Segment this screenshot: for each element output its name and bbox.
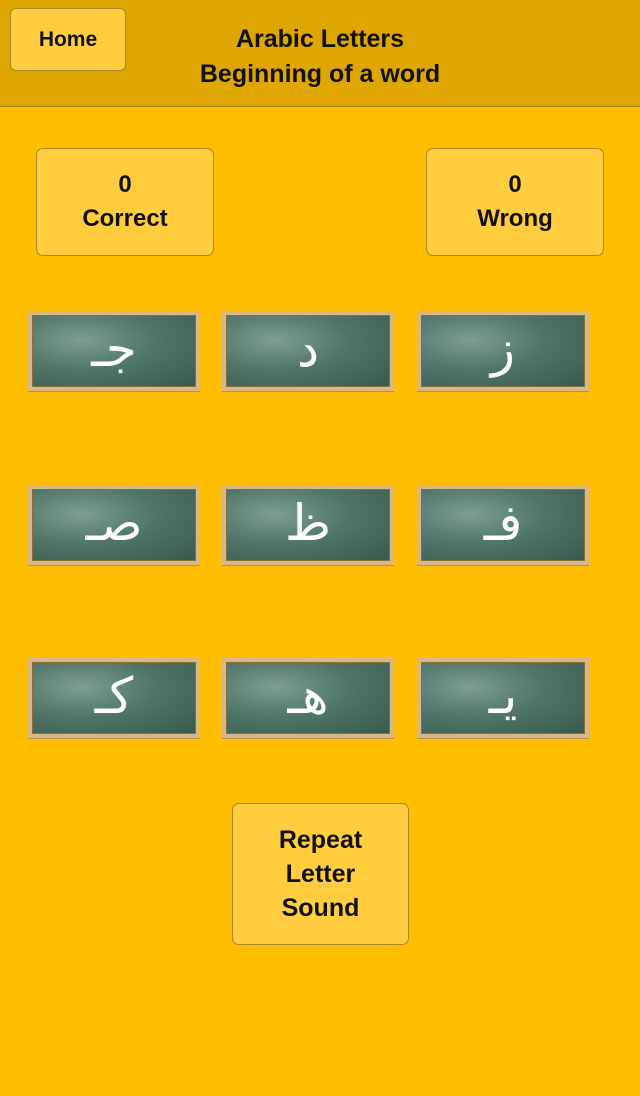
repeat-letter-sound-button[interactable]: Repeat Letter Sound — [232, 803, 409, 945]
letter-glyph: هـ — [287, 667, 329, 725]
letter-tile-zah[interactable]: ظ — [222, 485, 394, 565]
header-bar: Home Arabic Letters Beginning of a word — [0, 0, 640, 107]
title-line-1: Arabic Letters — [235, 25, 405, 53]
correct-label: Correct — [82, 205, 168, 232]
letter-tile-dal[interactable]: د — [222, 311, 394, 391]
correct-count: 0 — [118, 171, 132, 198]
letter-tile-jeem[interactable]: جـ — [28, 311, 200, 391]
home-button[interactable]: Home — [10, 8, 126, 71]
letter-glyph: يـ — [488, 667, 518, 725]
page-title: Arabic Letters Beginning of a word — [150, 22, 490, 92]
wrong-label: Wrong — [477, 205, 553, 232]
wrong-score-box: 0 Wrong — [426, 148, 604, 256]
letter-glyph: كـ — [94, 667, 134, 725]
letter-tile-feh[interactable]: فـ — [417, 485, 589, 565]
letter-tile-yeh[interactable]: يـ — [417, 658, 589, 738]
letter-glyph: فـ — [483, 494, 523, 552]
correct-score-box: 0 Correct — [36, 148, 214, 256]
letter-glyph: جـ — [91, 320, 137, 378]
letter-tile-kaf[interactable]: كـ — [28, 658, 200, 738]
title-line-2: Beginning of a word — [199, 60, 441, 88]
letter-glyph: ظ — [284, 494, 332, 552]
letter-tile-sad[interactable]: صـ — [28, 485, 200, 565]
letter-glyph: صـ — [85, 494, 143, 552]
letter-glyph: د — [296, 320, 320, 378]
wrong-count: 0 — [508, 171, 522, 198]
letter-glyph: ز — [490, 320, 516, 378]
letter-tile-zay[interactable]: ز — [417, 311, 589, 391]
letter-tile-heh[interactable]: هـ — [222, 658, 394, 738]
